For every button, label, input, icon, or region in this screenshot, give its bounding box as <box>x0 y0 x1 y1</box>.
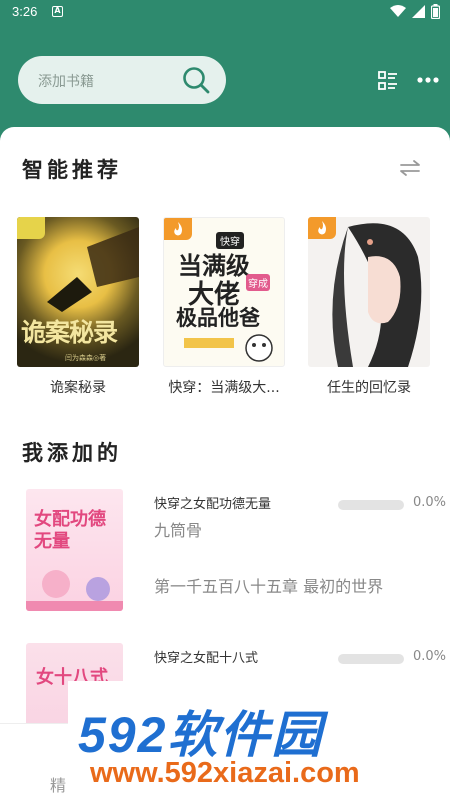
progress-bar <box>338 500 404 510</box>
cover-art <box>184 334 273 362</box>
watermark-url: www.592xiazai.com <box>90 757 360 789</box>
my-books-title: 我添加的 <box>22 441 122 465</box>
signal-icon <box>412 5 425 18</box>
book-name: 快穿之女配十八式 <box>154 651 259 666</box>
cover-title: 诡案秘录 <box>21 318 118 347</box>
more-icon[interactable] <box>417 76 439 84</box>
list-view-icon[interactable] <box>378 71 398 91</box>
progress-bar <box>338 654 404 664</box>
status-bar: 3:26 A <box>0 0 450 24</box>
book-cover: 快穿 当满级 大佬 穿成 极品他爸 <box>163 217 285 367</box>
refresh-swap-icon[interactable] <box>399 159 421 177</box>
search-input[interactable]: 添加书籍 <box>18 56 226 104</box>
bottom-nav: 精 <box>0 723 70 800</box>
fire-badge <box>164 218 192 240</box>
search-placeholder: 添加书籍 <box>38 74 94 90</box>
wifi-icon <box>390 5 406 17</box>
book-cover: 女配功德无量 <box>26 489 123 611</box>
cover-title: 女配功德无量 <box>34 509 106 552</box>
recommend-title: 智能推荐 <box>22 158 122 182</box>
recommend-book-1[interactable]: 诡案秘录 闫为森森◎著 诡案秘录 <box>17 217 139 397</box>
cover-author: 闫为森森◎著 <box>65 354 107 362</box>
list-item[interactable]: 女配功德无量 快穿之女配功德无量 九筒骨 第一千五百八十五章 最初的世界 0.0… <box>0 489 450 619</box>
recommend-book-title: 诡案秘录 <box>50 380 106 396</box>
status-icons <box>390 4 440 19</box>
cover-art <box>332 223 422 367</box>
notification-icon: A <box>52 6 63 17</box>
book-chapter: 第一千五百八十五章 最初的世界 <box>154 577 384 596</box>
battery-icon <box>431 4 440 19</box>
watermark: 592软件园 www.592xiazai.com <box>68 681 450 800</box>
tab-featured[interactable]: 精 <box>50 772 66 796</box>
progress-text: 0.0% <box>413 495 447 510</box>
book-cover: 诡案秘录 闫为森森◎著 <box>17 217 139 367</box>
recommend-book-2[interactable]: 快穿 当满级 大佬 穿成 极品他爸 快穿：当满级大... <box>163 217 285 397</box>
recommend-book-title: 任生的回忆录 <box>327 380 411 396</box>
cover-badge: 穿成 <box>246 274 270 291</box>
book-author: 九筒骨 <box>154 521 203 540</box>
recommend-book-3[interactable]: 任生的回忆录 <box>308 217 430 397</box>
status-time: 3:26 <box>12 4 38 19</box>
book-cover <box>308 217 430 367</box>
progress-text: 0.0% <box>413 649 447 664</box>
book-name: 快穿之女配功德无量 <box>154 497 272 512</box>
search-icon[interactable] <box>182 66 210 94</box>
recommend-book-title: 快穿：当满级大... <box>168 380 280 396</box>
